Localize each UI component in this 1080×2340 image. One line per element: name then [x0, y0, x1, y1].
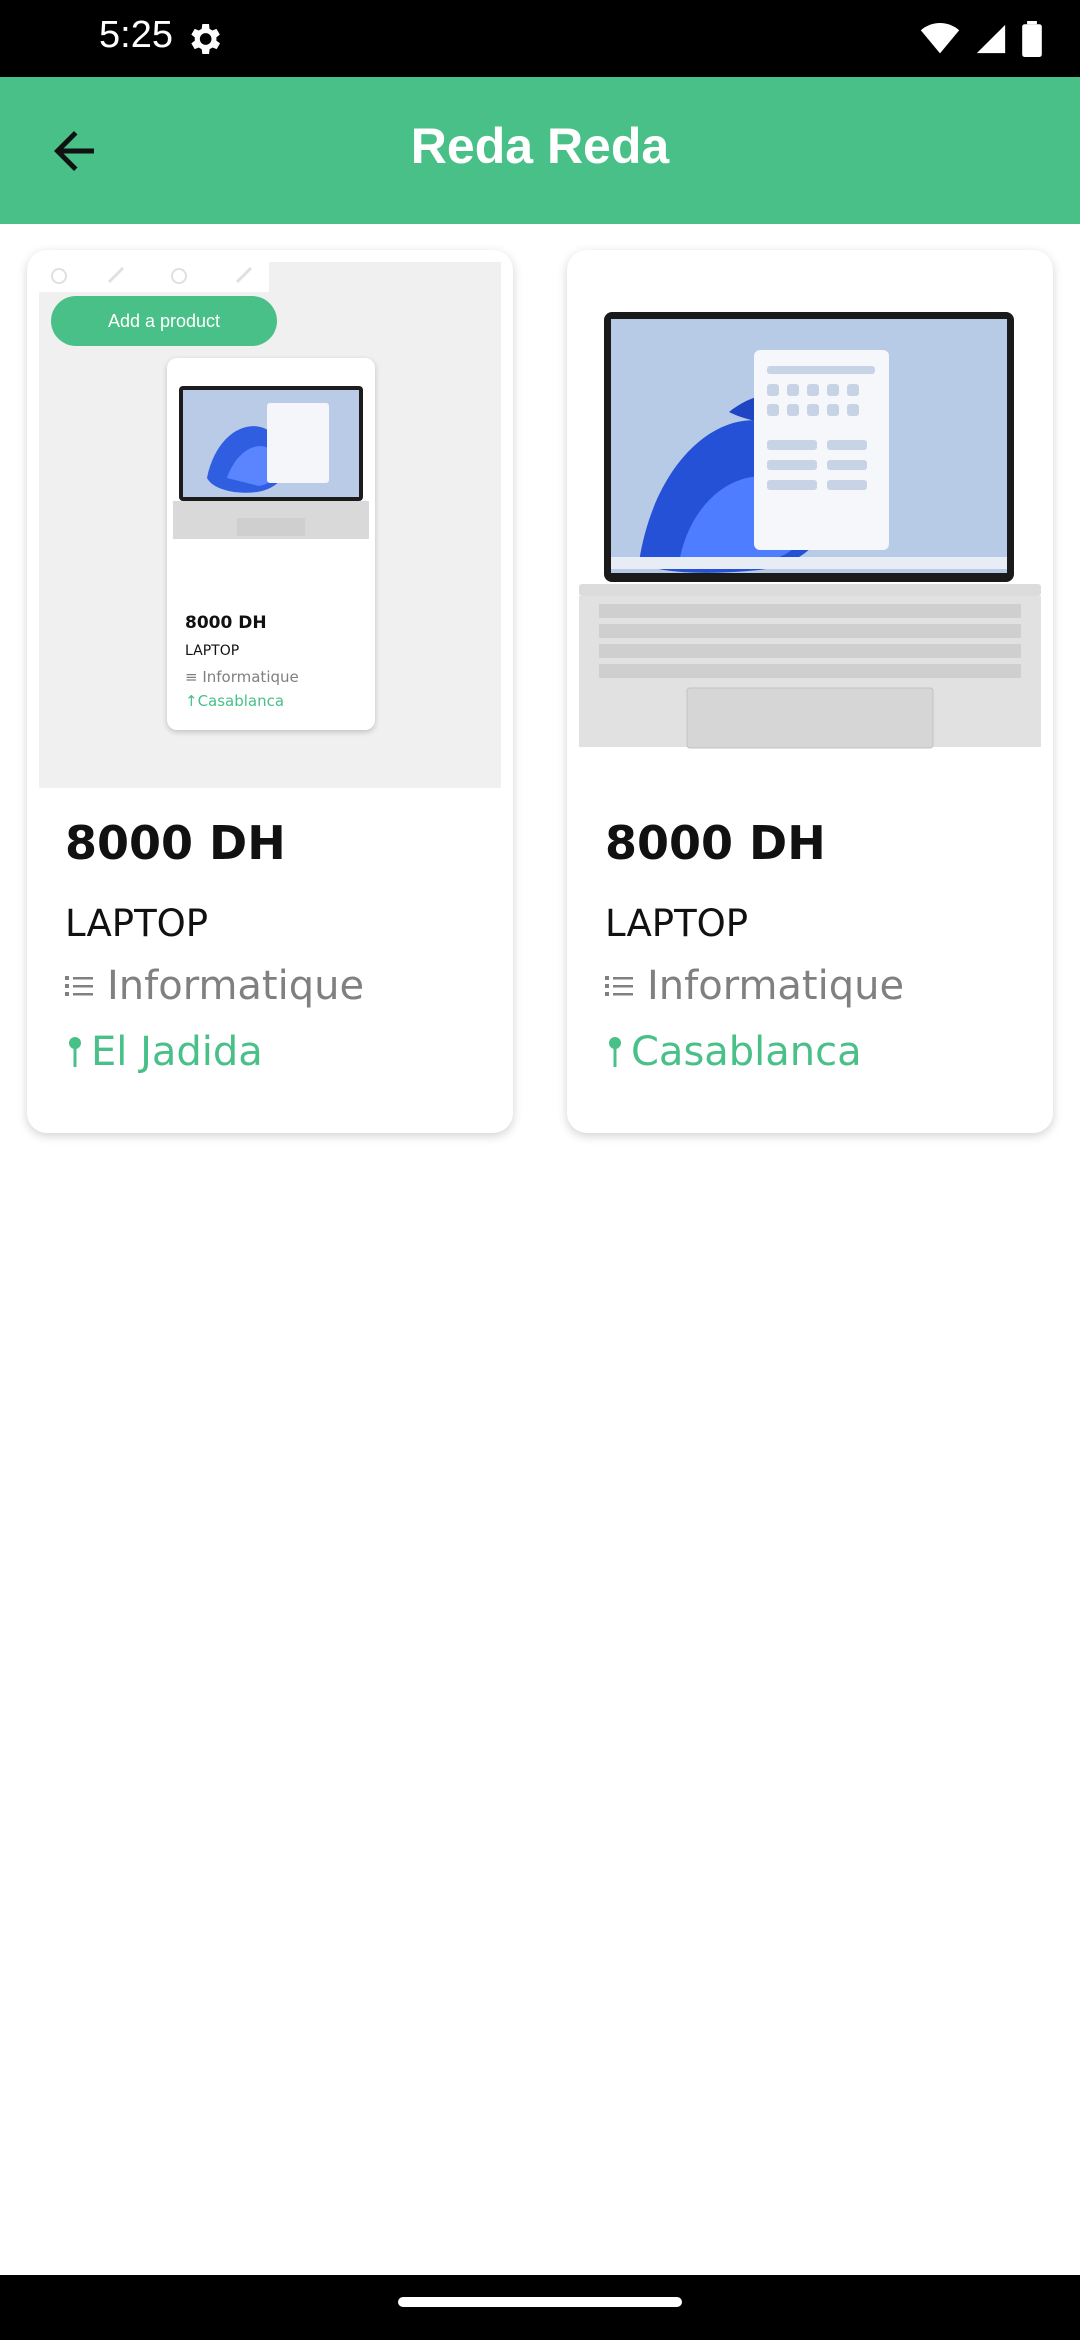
product-category-label: Informatique	[107, 963, 365, 1009]
add-product-button: Add a product	[51, 296, 277, 346]
product-image	[579, 262, 1041, 788]
status-icons	[920, 20, 1042, 58]
app-bar: Reda Reda	[0, 77, 1080, 224]
home-indicator[interactable]	[398, 2297, 682, 2307]
product-location: Casablanca	[605, 1029, 862, 1075]
product-name: LAPTOP	[65, 902, 209, 945]
product-price: 8000 DH	[65, 816, 286, 870]
product-card[interactable]: 8000 DH LAPTOP Informatique Casablanca	[567, 250, 1053, 1133]
page-title: Reda Reda	[410, 118, 670, 174]
product-location: El Jadida	[65, 1029, 263, 1075]
product-category: Informatique	[605, 963, 904, 1009]
faded-toolbar-icons	[39, 262, 269, 292]
mini-laptop-image	[173, 386, 369, 539]
battery-icon	[1022, 21, 1042, 57]
status-bar: 5:25	[0, 0, 1080, 77]
product-category: Informatique	[65, 963, 364, 1009]
mini-city: ↑Casablanca	[185, 692, 285, 710]
product-name: LAPTOP	[605, 902, 749, 945]
location-pin-icon	[69, 1037, 81, 1067]
status-time: 5:25	[99, 14, 173, 56]
product-category-label: Informatique	[647, 963, 905, 1009]
system-nav-bar	[0, 2275, 1080, 2340]
mini-category: ≡ Informatique	[185, 668, 299, 686]
product-image: Add a product 8000 DH LAPTOP ≡ Informati…	[39, 262, 501, 788]
mini-price: 8000 DH	[185, 613, 267, 633]
location-pin-icon	[609, 1037, 621, 1067]
list-icon	[65, 976, 93, 996]
product-card[interactable]: Add a product 8000 DH LAPTOP ≡ Informati…	[27, 250, 513, 1133]
product-city: El Jadida	[91, 1029, 263, 1075]
mini-name: LAPTOP	[185, 643, 240, 659]
laptop-image	[579, 312, 1041, 749]
settings-gear-icon	[191, 24, 220, 54]
product-price: 8000 DH	[605, 816, 826, 870]
mini-product-card: 8000 DH LAPTOP ≡ Informatique ↑Casablanc…	[167, 358, 375, 730]
product-city: Casablanca	[631, 1029, 862, 1075]
list-icon	[605, 976, 633, 996]
wifi-icon	[920, 23, 960, 54]
cell-signal-icon	[976, 24, 1006, 54]
